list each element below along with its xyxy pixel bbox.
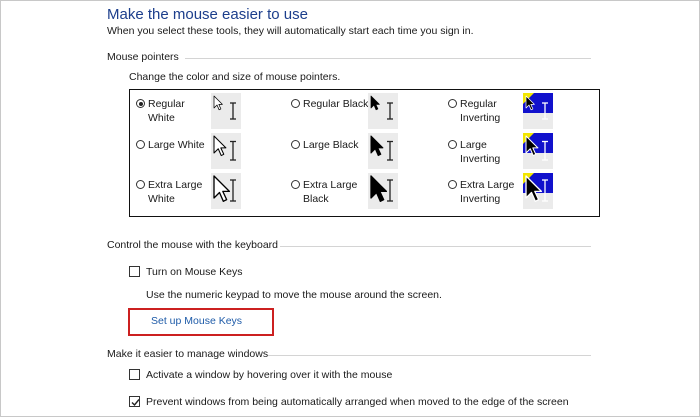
radio-button[interactable]	[136, 180, 145, 189]
pointer-option-regular-white[interactable]: Regular White	[136, 97, 212, 125]
radio-button[interactable]	[448, 180, 457, 189]
pointer-option-label: Large White	[148, 139, 205, 151]
pointer-option-label: Regular White	[148, 98, 185, 124]
text-beam-icon	[230, 179, 236, 202]
hover-activate-checkbox[interactable]	[129, 369, 140, 380]
section-heading-mouse-pointers: Mouse pointers	[107, 51, 179, 63]
pointer-option-large-white[interactable]: Large White	[136, 138, 212, 152]
text-beam-icon	[230, 140, 236, 161]
arrow-pointer-icon	[370, 95, 380, 111]
section-divider	[185, 58, 591, 59]
radio-button[interactable]	[291, 140, 300, 149]
pointer-preview-extra-large-black	[368, 173, 398, 209]
arrow-pointer-icon	[213, 175, 231, 202]
pointer-option-label: Large Black	[303, 139, 359, 151]
pointer-preview-regular-black	[368, 93, 398, 129]
pointer-option-regular-black[interactable]: Regular Black	[291, 97, 373, 111]
pointer-option-large-inverting[interactable]: Large Inverting	[448, 138, 522, 166]
radio-button[interactable]	[291, 99, 300, 108]
radio-button[interactable]	[291, 180, 300, 189]
pointer-option-label: Regular Inverting	[460, 98, 501, 124]
mouse-keys-description: Use the numeric keypad to move the mouse…	[146, 289, 442, 301]
arrow-pointer-icon	[213, 95, 223, 111]
section-divider	[268, 355, 591, 356]
arrow-pointer-icon	[213, 135, 227, 157]
pointer-option-label: Large Inverting	[460, 139, 501, 165]
setup-mouse-keys-link[interactable]: Set up Mouse Keys	[151, 315, 242, 327]
pointer-preview-extra-large-white	[211, 173, 241, 209]
pointer-option-extra-large-white[interactable]: Extra Large White	[136, 178, 212, 206]
pointer-preview-regular-inverting	[523, 93, 553, 129]
arrow-pointer-icon	[370, 175, 388, 202]
pointer-option-label: Extra Large Black	[303, 179, 358, 205]
text-beam-icon	[387, 179, 393, 202]
radio-button[interactable]	[136, 140, 145, 149]
prevent-arrange-checkbox[interactable]	[129, 396, 140, 407]
page-subtitle: When you select these tools, they will a…	[107, 25, 474, 37]
mouse-pointers-description: Change the color and size of mouse point…	[129, 71, 341, 83]
pointer-option-label: Regular Black	[303, 98, 369, 110]
pointer-preview-large-white	[211, 133, 241, 169]
radio-button[interactable]	[448, 99, 457, 108]
text-beam-icon	[387, 140, 393, 161]
radio-button[interactable]	[448, 140, 457, 149]
prevent-arrange-label[interactable]: Prevent windows from being automatically…	[146, 396, 569, 408]
radio-button[interactable]	[136, 99, 145, 108]
mouse-keys-checkbox[interactable]	[129, 266, 140, 277]
pointer-option-extra-large-black[interactable]: Extra Large Black	[291, 178, 373, 206]
pointer-option-large-black[interactable]: Large Black	[291, 138, 373, 152]
pointer-preview-regular-white	[211, 93, 241, 129]
arrow-pointer-icon	[370, 135, 384, 157]
pointer-option-label: Extra Large Inverting	[460, 179, 515, 205]
text-beam-icon	[387, 102, 393, 120]
pointer-option-regular-inverting[interactable]: Regular Inverting	[448, 97, 522, 125]
pointer-preview-large-black	[368, 133, 398, 169]
pointer-preview-large-inverting	[523, 133, 553, 169]
pointer-preview-extra-large-inverting	[523, 173, 553, 209]
pointer-option-label: Extra Large White	[148, 179, 203, 205]
hover-activate-label[interactable]: Activate a window by hovering over it wi…	[146, 369, 392, 381]
mouse-keys-label[interactable]: Turn on Mouse Keys	[146, 266, 243, 278]
checkmark-icon	[131, 399, 140, 407]
text-beam-icon	[230, 102, 236, 120]
section-heading-windows: Make it easier to manage windows	[107, 348, 269, 360]
section-divider	[280, 246, 591, 247]
page-title: Make the mouse easier to use	[107, 6, 308, 23]
section-heading-keyboard: Control the mouse with the keyboard	[107, 239, 279, 251]
pointer-option-extra-large-inverting[interactable]: Extra Large Inverting	[448, 178, 522, 206]
